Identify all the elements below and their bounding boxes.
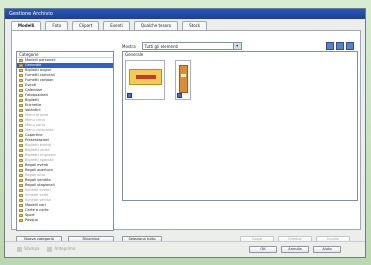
bottom-left-actions: Stampa Anteprima [17,246,75,252]
folder-icon [19,74,23,77]
folder-icon [19,114,23,117]
tab-5[interactable]: Stock [182,21,208,30]
folder-icon [19,79,23,82]
view-icons [326,42,354,50]
view-large-icon[interactable] [326,42,334,50]
cancel-button[interactable]: Annulla [281,246,309,253]
template-thumbnail-2[interactable] [175,60,191,100]
folder-icon [19,144,23,147]
folder-icon [19,124,23,127]
folder-icon [19,94,23,97]
template-art-1 [129,69,162,85]
tab-0[interactable]: Modelli [11,21,42,30]
desktop-background: Gestione Archivio Modelli Foto Clipart Even… [0,0,371,265]
filter-label: Mostra [122,43,136,49]
tab-strip: Modelli Foto Clipart Eventi Qualche tesoro St… [11,21,208,30]
folder-icon [19,69,23,72]
help-button[interactable]: Aiuto [313,246,341,253]
folder-icon [19,64,23,67]
archive-window: Gestione Archivio Modelli Foto Clipart Even… [4,8,366,258]
folder-icon [19,154,23,157]
items-view-header: Generale [125,52,144,57]
template-art-2 [179,65,188,93]
filter-selected-value: Tutti gli elementi [144,44,179,49]
tab-4[interactable]: Qualche tesoro [133,21,179,30]
thumbnail-badge-icon [177,93,182,98]
folder-icon [19,104,23,107]
window-titlebar: Gestione Archivio [5,9,365,19]
folder-icon [19,109,23,112]
folder-icon [19,174,23,177]
thumbnail-badge-icon [127,93,132,98]
preview-action[interactable]: Anteprima [47,246,75,252]
print-action[interactable]: Stampa [17,246,39,252]
folder-icon [19,119,23,122]
folder-icon [19,139,23,142]
template-thumbnail-1[interactable] [125,60,165,100]
folder-icon [19,159,23,162]
tab-panel: Mostra Tutti gli elementi ▾ Categorie Mo… [11,30,361,252]
ok-button[interactable]: OK [249,246,277,253]
bottom-bar: Stampa Anteprima OK Annulla Aiuto [5,241,365,257]
folder-icon [19,129,23,132]
folder-icon [19,134,23,137]
folder-icon [19,219,23,222]
folder-icon [19,204,23,207]
tab-3[interactable]: Eventi [103,21,130,30]
folder-icon [19,164,23,167]
folder-icon [19,84,23,87]
folder-icon [19,149,23,152]
preview-icon [47,246,53,252]
folder-icon [19,179,23,182]
category-items: Modelli personali Generale Biglietti augur… [17,58,113,223]
filter-row: Mostra Tutti gli elementi ▾ [122,41,242,51]
print-icon [17,246,22,252]
folder-icon [19,184,23,187]
filter-select[interactable]: Tutti gli elementi ▾ [141,42,242,50]
folder-icon [19,169,23,172]
category-list: Categorie Modelli personali Generale Bigli… [16,51,114,231]
view-medium-icon[interactable] [336,42,344,50]
tab-1[interactable]: Foto [45,21,69,30]
folder-icon [19,209,23,212]
category-item[interactable]: Pasqua [17,218,113,223]
folder-icon [19,59,23,62]
folder-icon [19,99,23,102]
tab-2[interactable]: Clipart [72,21,100,30]
folder-icon [19,194,23,197]
folder-icon [19,199,23,202]
folder-icon [19,214,23,217]
view-list-icon[interactable] [346,42,354,50]
category-label: Pasqua [25,218,38,222]
folder-icon [19,189,23,192]
items-view: Generale [122,51,358,201]
folder-icon [19,89,23,92]
chevron-down-icon: ▾ [232,43,241,49]
